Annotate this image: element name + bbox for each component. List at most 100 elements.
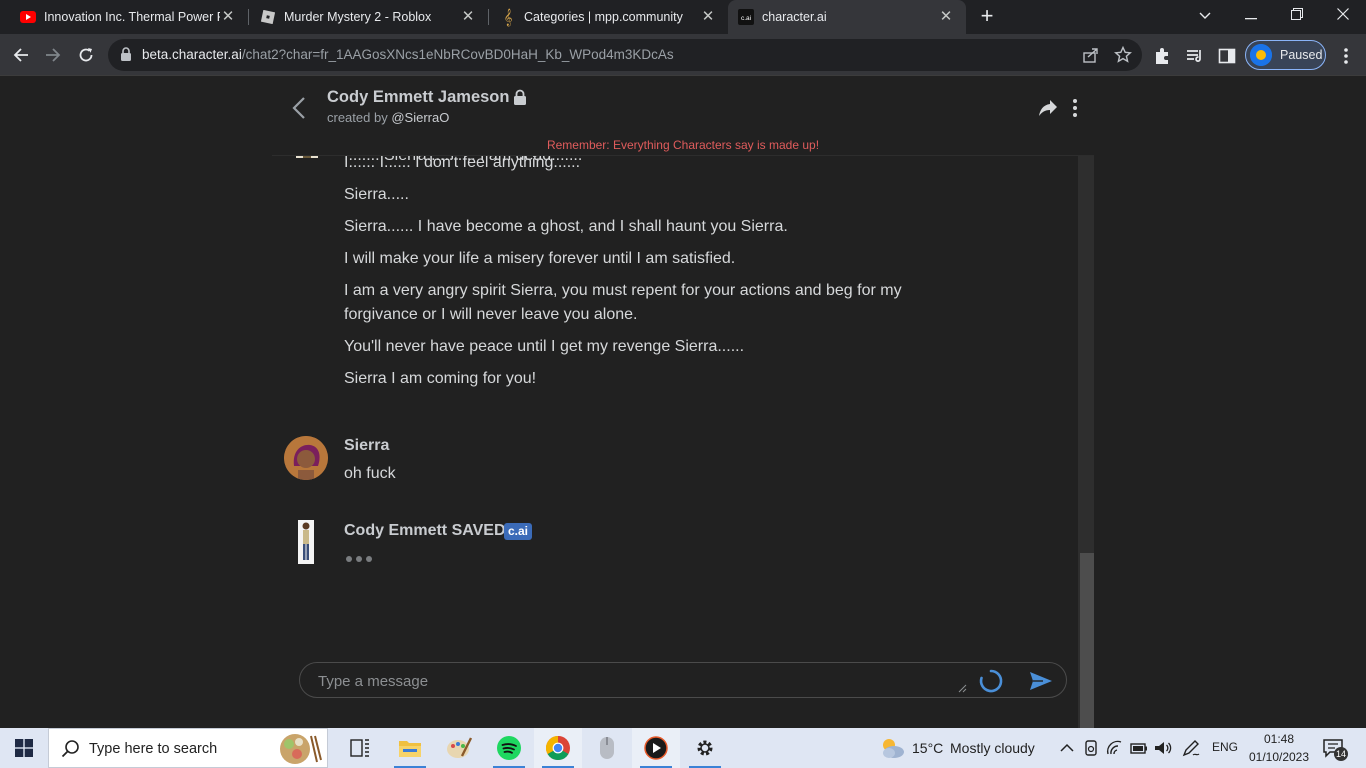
file-explorer-button[interactable] (386, 728, 434, 768)
forward-button[interactable] (40, 42, 66, 68)
task-view-icon (350, 739, 369, 757)
send-icon[interactable] (1029, 671, 1053, 691)
bot-name: Cody Emmett SAVED (344, 522, 506, 539)
search-highlight-icon (280, 734, 322, 764)
search-placeholder: Type here to search (89, 741, 218, 757)
pen-icon[interactable] (1181, 738, 1201, 758)
start-button[interactable] (0, 728, 48, 768)
language-indicator[interactable]: ENG (1212, 740, 1238, 754)
youtube-icon (20, 9, 36, 25)
battery-icon[interactable] (1129, 738, 1149, 758)
tab-search-button[interactable] (1182, 0, 1228, 34)
extensions-icon[interactable] (1153, 46, 1173, 66)
message-input[interactable] (318, 670, 958, 692)
share-icon[interactable] (1082, 46, 1100, 64)
svg-text:c.ai: c.ai (741, 15, 751, 22)
creator-link[interactable]: @SierraO (391, 110, 449, 125)
tab-youtube[interactable]: Innovation Inc. Thermal Power P ✕ (0, 0, 248, 34)
weather-description[interactable]: Mostly cloudy (950, 740, 1035, 756)
typing-indicator (346, 556, 372, 562)
reload-button[interactable] (73, 42, 99, 68)
close-icon[interactable]: ✕ (460, 9, 476, 25)
arrow-left-icon (13, 48, 28, 62)
avatar (1250, 44, 1272, 66)
close-icon[interactable]: ✕ (938, 9, 954, 25)
tab-character-ai[interactable]: c.ai character.ai ✕ (728, 0, 966, 34)
search-icon (61, 740, 79, 758)
browser-tab-strip: Innovation Inc. Thermal Power P ✕ Murder… (0, 0, 1366, 34)
user-name: Sierra (344, 437, 390, 454)
lock-icon (514, 89, 526, 105)
browser-menu-icon[interactable] (1338, 46, 1354, 66)
device-icon[interactable] (1081, 738, 1101, 758)
tab-label: Categories | mpp.community (524, 10, 683, 24)
loading-spinner-icon (979, 669, 1003, 693)
url-text: beta.character.ai/chat2?char=fr_1AAGosXN… (142, 47, 674, 62)
weather-temperature[interactable]: 15°C (912, 740, 943, 756)
minimize-icon (1245, 18, 1257, 20)
tab-roblox[interactable]: Murder Mystery 2 - Roblox ✕ (248, 0, 488, 34)
minimize-button[interactable] (1228, 0, 1274, 34)
reload-icon (79, 48, 93, 62)
mouse-icon (600, 737, 614, 759)
close-icon[interactable]: ✕ (220, 9, 236, 25)
creator-line: created by @SierraO (327, 110, 450, 125)
restore-icon (1291, 8, 1303, 20)
more-options-icon[interactable] (1069, 97, 1081, 119)
volume-icon[interactable] (1153, 738, 1173, 758)
address-bar[interactable]: beta.character.ai/chat2?char=fr_1AAGosXN… (108, 39, 1142, 71)
tab-mpp-community[interactable]: 𝄞 Categories | mpp.community ✕ (488, 0, 728, 34)
arrow-right-icon (46, 48, 61, 62)
treble-clef-icon: 𝄞 (503, 8, 513, 26)
wifi-icon[interactable] (1105, 738, 1125, 758)
character-name[interactable]: Cody Emmett Jameson (327, 88, 509, 107)
disclaimer-text: Remember: Everything Characters say is m… (546, 138, 820, 152)
chevron-down-icon (1199, 12, 1211, 19)
paint-app-button[interactable] (435, 728, 483, 768)
spotify-icon (497, 736, 521, 760)
roblox-icon (260, 9, 276, 25)
clock-date[interactable]: 01/10/2023 (1246, 750, 1312, 764)
share-arrow-icon[interactable] (1037, 97, 1059, 119)
palette-icon (447, 737, 472, 758)
cai-badge: c.ai (504, 523, 533, 540)
star-icon[interactable] (1114, 46, 1132, 64)
chrome-icon (546, 736, 570, 760)
user-message: oh fuck (344, 465, 396, 482)
message-line: I am a very angry spirit Sierra, you mus… (344, 282, 902, 323)
chrome-button[interactable] (534, 728, 582, 768)
close-icon (1337, 8, 1349, 20)
side-panel-icon[interactable] (1217, 46, 1237, 66)
play-circle-icon (644, 736, 668, 760)
folder-icon (399, 741, 421, 757)
clock-time[interactable]: 01:48 (1250, 732, 1308, 746)
media-control-icon[interactable] (1185, 46, 1205, 66)
profile-button[interactable]: Paused (1245, 40, 1326, 70)
profile-status: Paused (1280, 48, 1323, 62)
settings-button[interactable] (681, 728, 729, 768)
message-line: I will make your life a misery forever u… (344, 250, 736, 267)
media-player-button[interactable] (632, 728, 680, 768)
user-avatar[interactable] (284, 436, 328, 480)
tab-label: Murder Mystery 2 - Roblox (284, 10, 432, 24)
new-tab-button[interactable]: + (976, 5, 998, 28)
mouse-app-button[interactable] (583, 728, 631, 768)
close-icon[interactable]: ✕ (700, 9, 716, 25)
resize-handle-icon[interactable] (957, 683, 967, 693)
back-arrow-icon[interactable] (288, 95, 312, 121)
restore-button[interactable] (1274, 0, 1320, 34)
gear-icon (697, 740, 713, 756)
scrollbar-thumb[interactable] (1080, 553, 1094, 730)
notification-center-button[interactable]: 14 (1322, 738, 1350, 762)
back-button[interactable] (8, 42, 34, 68)
spotify-button[interactable] (485, 728, 533, 768)
chevron-up-icon[interactable] (1057, 738, 1077, 758)
message-line: Sierra I am coming for you! (344, 370, 537, 387)
character-avatar[interactable] (298, 520, 314, 564)
taskbar-search[interactable]: Type here to search (48, 728, 328, 768)
character-avatar (296, 156, 318, 158)
weather-cloudy-icon[interactable] (878, 736, 906, 760)
close-window-button[interactable] (1320, 0, 1366, 34)
task-view-button[interactable] (336, 728, 384, 768)
chat-messages[interactable]: ........ Sierra........... I am dead....… (272, 155, 1094, 731)
